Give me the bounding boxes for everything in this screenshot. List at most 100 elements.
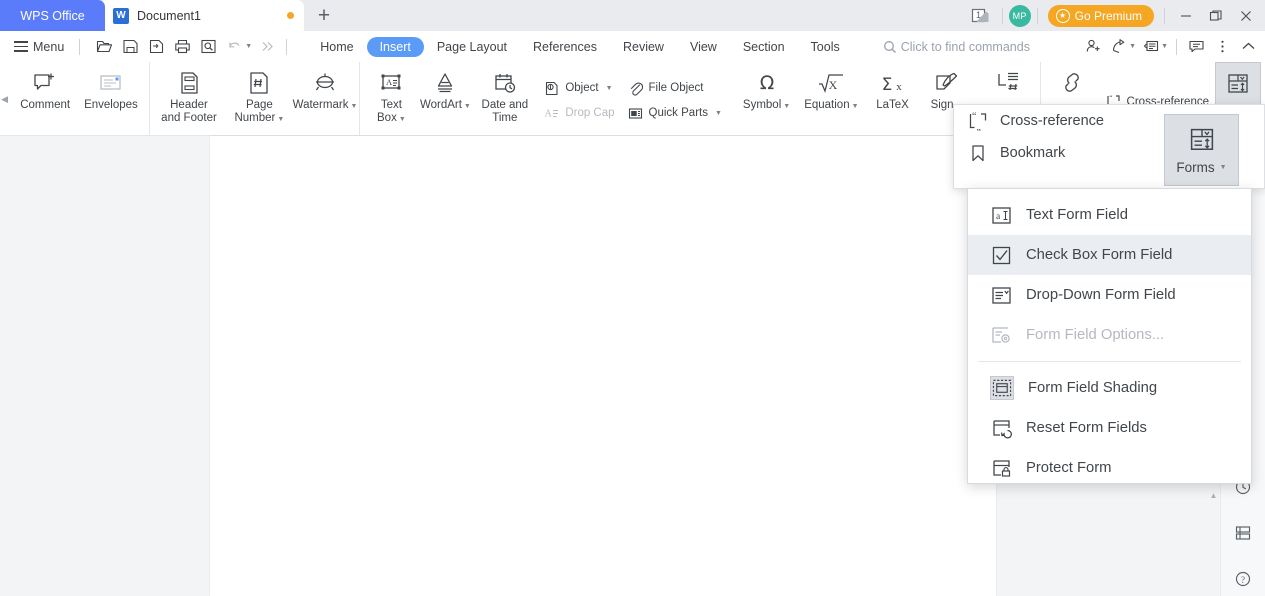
file-object-button[interactable]: File Object <box>621 77 728 100</box>
divider <box>1002 8 1003 24</box>
panel-bookmark-label: Bookmark <box>1000 145 1065 161</box>
go-premium-label: Go Premium <box>1075 9 1142 23</box>
search-commands-placeholder: Click to find commands <box>901 40 1030 54</box>
crown-icon: ★ <box>1056 9 1070 23</box>
document-page[interactable] <box>210 136 996 596</box>
object-button[interactable]: Object ▼ <box>537 77 620 100</box>
form-field-shading-icon <box>990 376 1014 400</box>
open-icon[interactable] <box>92 35 117 59</box>
menu-item-protect-form-label: Protect Form <box>1026 460 1112 476</box>
text-box-button[interactable]: A Text Box▼ <box>364 62 418 132</box>
more-commands-icon[interactable] <box>255 35 280 59</box>
tab-references[interactable]: References <box>520 37 610 57</box>
minimize-button[interactable] <box>1171 0 1201 31</box>
tab-home[interactable]: Home <box>307 37 366 57</box>
close-button[interactable] <box>1231 0 1261 31</box>
backup-dropdown-icon[interactable]: ▼ <box>1161 43 1168 50</box>
layers-icon[interactable] <box>1230 520 1256 546</box>
ribbon-group-page: Header and Footer Page Number▼ Watermark… <box>150 62 361 136</box>
watermark-icon <box>312 68 338 96</box>
symbol-omega-icon: Ω <box>754 68 780 96</box>
wps-office-tab[interactable]: WPS Office <box>0 0 105 31</box>
document-tab[interactable]: W Document1 <box>99 0 304 31</box>
tab-insert[interactable]: Insert <box>367 37 424 57</box>
window-list-button[interactable]: 1 <box>966 0 996 31</box>
tab-section-label: Section <box>743 40 785 54</box>
symbol-button[interactable]: Ω Symbol▼ <box>736 62 797 132</box>
drop-down-form-field-icon <box>990 284 1012 306</box>
text-box-icon: A <box>378 68 404 96</box>
tab-home-label: Home <box>320 40 353 54</box>
menu-item-drop-down-form-field[interactable]: Drop-Down Form Field <box>968 275 1251 315</box>
page-number-button[interactable]: Page Number▼ <box>224 62 294 132</box>
tab-section[interactable]: Section <box>730 37 798 57</box>
date-time-icon <box>492 68 518 96</box>
ribbon-tabs: Home Insert Page Layout References Revie… <box>307 37 853 57</box>
divider <box>286 39 287 55</box>
equation-button[interactable]: X Equation▼ <box>797 62 865 132</box>
header-and-footer-button[interactable]: Header and Footer <box>154 62 224 132</box>
header-and-footer-label: Header and Footer <box>161 99 217 125</box>
wordart-button[interactable]: WordArt▼ <box>418 62 472 132</box>
sign-text: Sign <box>931 99 954 111</box>
drop-cap-button: A Drop Cap <box>537 102 620 125</box>
ribbon-group-comment: Comment Envelopes <box>9 62 150 136</box>
text-form-field-icon: a <box>990 204 1012 226</box>
chevron-down-icon: ▼ <box>715 110 722 117</box>
ribbon-scroll-left[interactable]: ◀ <box>0 62 9 136</box>
date-and-time-button[interactable]: Date and Time <box>472 62 537 132</box>
panel-forms-button[interactable]: Forms ▼ <box>1164 114 1239 186</box>
more-options-icon[interactable] <box>1209 34 1235 60</box>
help-icon[interactable]: ? <box>1230 566 1256 592</box>
share-dropdown-icon[interactable]: ▼ <box>1129 43 1136 50</box>
latex-button[interactable]: Σx LaTeX <box>866 62 920 132</box>
panel-cross-reference-item[interactable]: “„ Cross-reference <box>954 105 1154 137</box>
chevron-down-icon: ▼ <box>1220 164 1227 171</box>
add-user-icon[interactable] <box>1080 34 1106 60</box>
menu-item-text-form-field[interactable]: a Text Form Field <box>968 195 1251 235</box>
comment-icon[interactable] <box>1183 34 1209 60</box>
panel-bookmark-item[interactable]: Bookmark <box>954 137 1154 169</box>
main-menu-button[interactable]: Menu <box>0 40 73 54</box>
menu-bar-right: ▼ ▼ <box>1080 31 1261 62</box>
watermark-label: Watermark▼ <box>293 99 358 113</box>
new-tab-button[interactable]: + <box>304 0 344 31</box>
save-icon[interactable] <box>118 35 143 59</box>
tab-page-layout[interactable]: Page Layout <box>424 37 520 57</box>
tab-page-layout-label: Page Layout <box>437 40 507 54</box>
check-box-form-field-icon <box>990 244 1012 266</box>
envelopes-button[interactable]: Envelopes <box>77 62 145 132</box>
restore-button[interactable] <box>1201 0 1231 31</box>
undo-dropdown-icon[interactable]: ▼ <box>245 43 252 50</box>
latex-label: LaTeX <box>876 99 909 112</box>
wordart-text: WordArt <box>420 99 462 111</box>
tab-tools[interactable]: Tools <box>798 37 853 57</box>
search-commands-box[interactable]: Click to find commands <box>883 40 1030 54</box>
forms-dropdown-menu: a Text Form Field Check Box Form Field D… <box>967 188 1252 484</box>
go-premium-button[interactable]: ★ Go Premium <box>1048 5 1154 27</box>
print-icon[interactable] <box>170 35 195 59</box>
scroll-page-icon[interactable]: ▲ <box>1207 488 1220 502</box>
menu-item-reset-form-fields[interactable]: Reset Form Fields <box>968 408 1251 448</box>
collapse-ribbon-icon[interactable] <box>1235 34 1261 60</box>
tab-review[interactable]: Review <box>610 37 677 57</box>
object-label: Object <box>565 82 598 94</box>
ribbon-group-symbols: Ω Symbol▼ X Equation▼ Σx LaTeX S <box>732 62 978 136</box>
avatar[interactable]: MP <box>1009 5 1031 27</box>
insert-links-panel: “„ Cross-reference Bookmark Forms ▼ <box>953 104 1265 189</box>
svg-text:a: a <box>996 212 1001 222</box>
watermark-button[interactable]: Watermark▼ <box>295 62 356 132</box>
text-box-label: Text Box▼ <box>371 99 411 126</box>
menu-item-form-field-shading[interactable]: Form Field Shading <box>968 368 1251 408</box>
quick-parts-button[interactable]: Quick Parts ▼ <box>621 102 728 125</box>
envelope-icon <box>98 68 124 96</box>
print-preview-icon[interactable] <box>196 35 221 59</box>
undo-icon[interactable] <box>222 35 247 59</box>
save-as-icon[interactable] <box>144 35 169 59</box>
tab-view[interactable]: View <box>677 37 730 57</box>
comment-button[interactable]: Comment <box>13 62 77 132</box>
menu-item-protect-form[interactable]: Protect Form <box>968 448 1251 488</box>
menu-item-form-field-options-label: Form Field Options... <box>1026 327 1164 343</box>
menu-item-check-box-form-field[interactable]: Check Box Form Field <box>968 235 1251 275</box>
wps-office-tab-label: WPS Office <box>20 9 84 23</box>
